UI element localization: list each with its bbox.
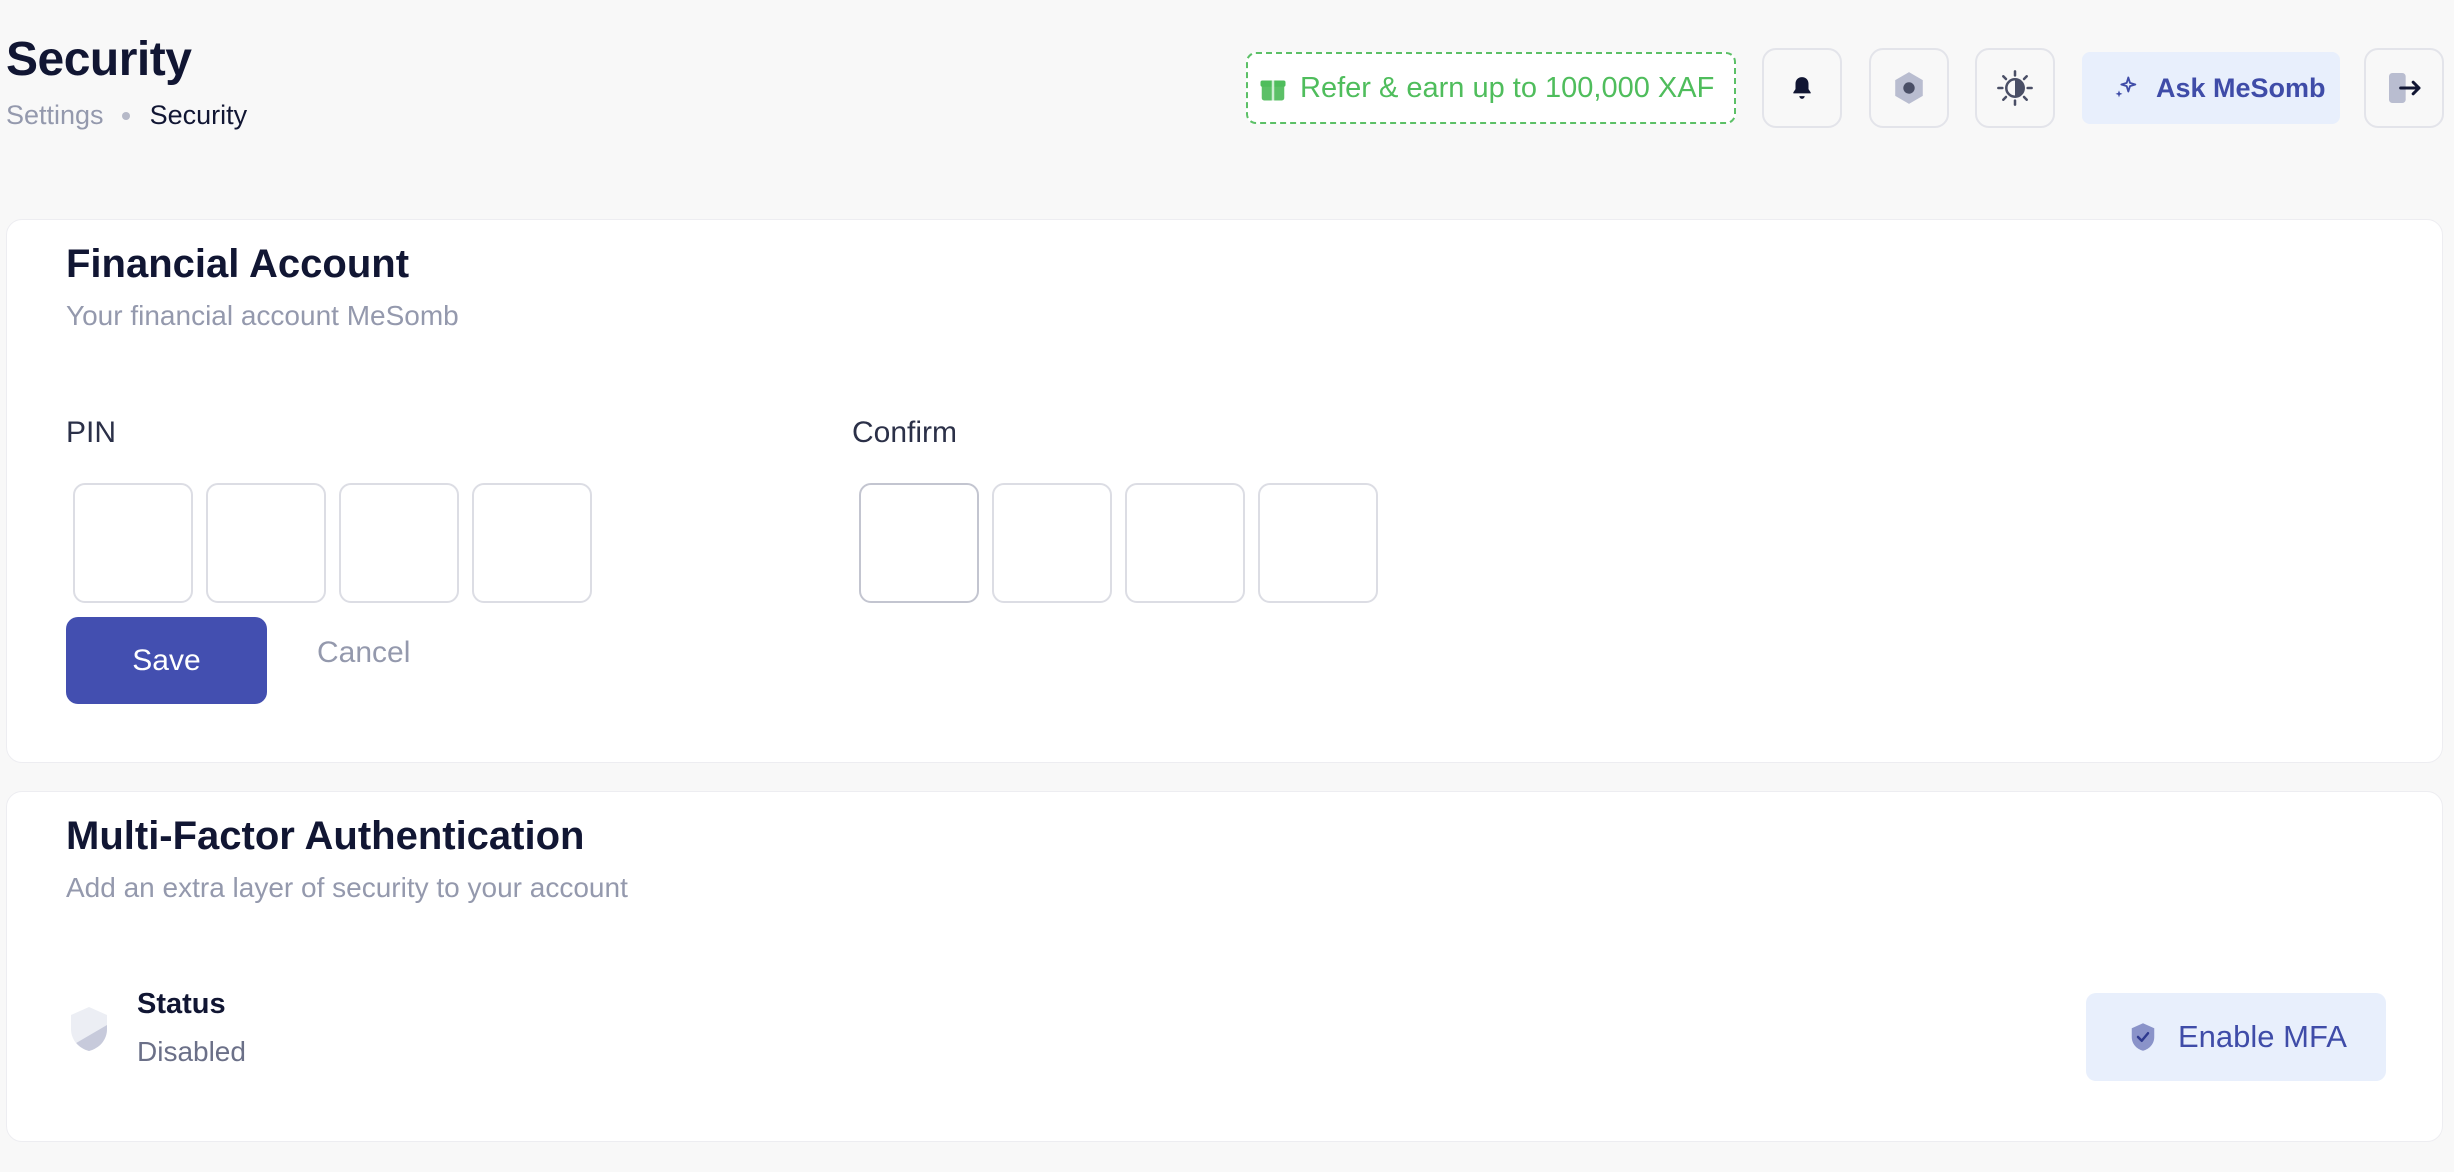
security-page: Security Settings Security Refer & earn …	[0, 0, 2454, 1172]
page-title: Security	[6, 33, 192, 86]
cancel-button[interactable]: Cancel	[317, 636, 410, 670]
pin-input-group	[73, 483, 592, 603]
sparkles-icon	[2115, 76, 2137, 98]
enable-mfa-label: Enable MFA	[2178, 1019, 2347, 1054]
confirm-label: Confirm	[852, 416, 958, 449]
shield-status-icon	[71, 1007, 107, 1051]
logout-button[interactable]	[2364, 48, 2444, 128]
mfa-status-value: Disabled	[137, 1036, 246, 1067]
ask-mesomb-button[interactable]: Ask MeSomb	[2082, 52, 2340, 124]
pin-digit-3[interactable]	[339, 483, 459, 603]
mfa-status-label: Status	[137, 988, 226, 1020]
pin-label: PIN	[66, 416, 117, 449]
mfa-subtitle: Add an extra layer of security to your a…	[66, 872, 628, 903]
theme-toggle-button[interactable]	[1975, 48, 2055, 128]
financial-account-card: Financial Account Your financial account…	[6, 219, 2443, 763]
financial-account-subtitle: Your financial account MeSomb	[66, 300, 459, 331]
hexagon-settings-button[interactable]	[1869, 48, 1949, 128]
confirm-digit-2[interactable]	[992, 483, 1112, 603]
confirm-digit-3[interactable]	[1125, 483, 1245, 603]
ask-mesomb-label: Ask MeSomb	[2156, 72, 2326, 103]
breadcrumb-separator	[121, 111, 130, 120]
bell-icon	[1793, 77, 1811, 99]
gift-icon	[1260, 80, 1286, 101]
refer-earn-label: Refer & earn up to 100,000 XAF	[1300, 71, 1715, 104]
pin-digit-4[interactable]	[472, 483, 592, 603]
breadcrumb-settings[interactable]: Settings	[6, 100, 104, 131]
mfa-card: Multi-Factor Authentication Add an extra…	[6, 791, 2443, 1142]
confirm-digit-1[interactable]	[859, 483, 979, 603]
notifications-button[interactable]	[1762, 48, 1842, 128]
refer-earn-button[interactable]: Refer & earn up to 100,000 XAF	[1246, 52, 1736, 124]
breadcrumb-current: Security	[149, 100, 248, 130]
hexagon-icon	[1895, 72, 1923, 104]
pin-digit-2[interactable]	[206, 483, 326, 603]
enable-mfa-button[interactable]: Enable MFA	[2086, 993, 2386, 1081]
shield-check-icon	[2131, 1023, 2155, 1051]
pin-digit-1[interactable]	[73, 483, 193, 603]
save-button[interactable]: Save	[66, 617, 267, 704]
mfa-title: Multi-Factor Authentication	[66, 814, 585, 858]
confirm-digit-4[interactable]	[1258, 483, 1378, 603]
breadcrumb: Settings Security	[6, 100, 247, 131]
confirm-input-group	[859, 483, 1378, 603]
financial-account-title: Financial Account	[66, 242, 410, 286]
theme-toggle-icon	[1997, 70, 2033, 106]
logout-icon	[2389, 73, 2421, 103]
